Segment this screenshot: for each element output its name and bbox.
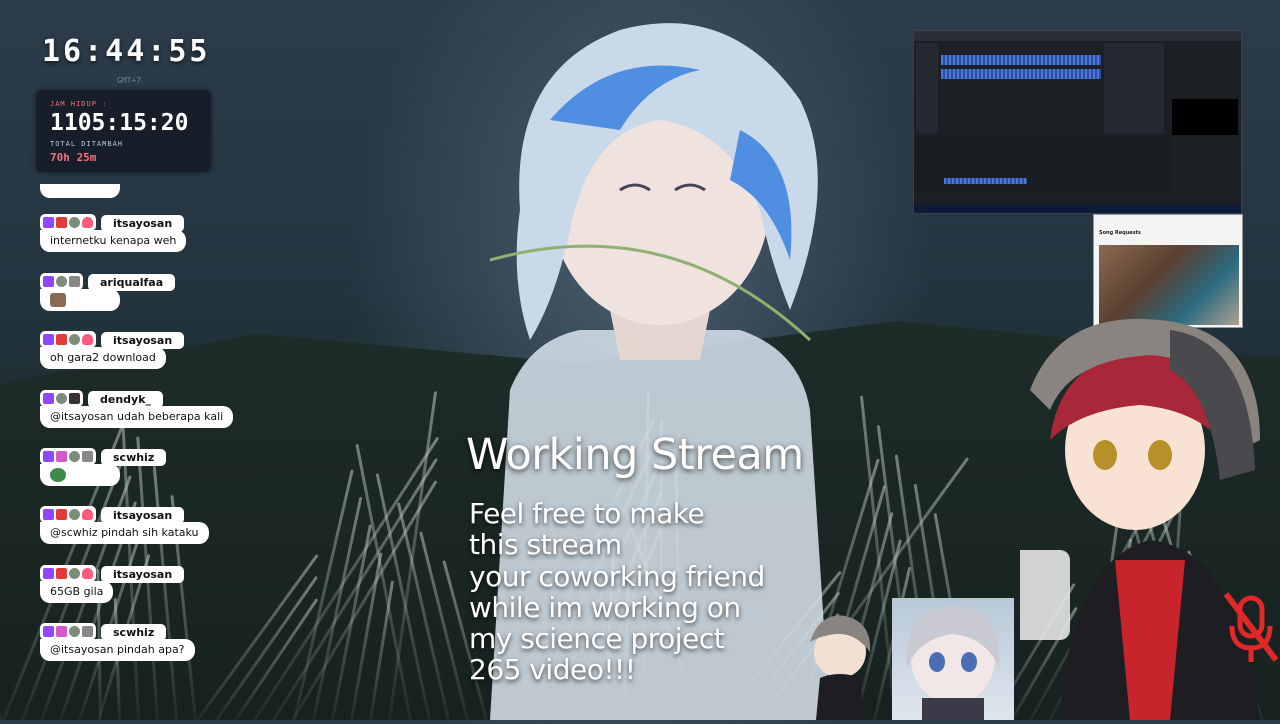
chat-text: @scwhiz pindah sih kataku (40, 522, 209, 544)
grass-blade (253, 436, 440, 721)
heart-badge-icon (82, 334, 93, 345)
stream-description-line: my science project (469, 622, 725, 656)
chat-text: @itsayosan udah beberapa kali (40, 406, 234, 428)
clock-time: 16:44:55 (42, 34, 211, 69)
chat-badges (40, 623, 96, 640)
grass-blade (272, 458, 438, 721)
chat-badges (40, 565, 96, 582)
drop-badge-icon (69, 276, 80, 287)
taskbar (914, 205, 1241, 213)
chat-previous-message (40, 184, 120, 198)
twitch-icon (43, 568, 54, 579)
chat-badges (40, 448, 96, 465)
youtube-badge-icon (56, 217, 67, 228)
uptime-value: 1105:15:20 (50, 110, 189, 136)
star-badge-icon (69, 568, 80, 579)
stream-description: Feel free to make this stream your cowor… (469, 498, 765, 686)
chat-text (40, 289, 120, 311)
stream-description-line: while im working on (469, 590, 741, 624)
youtube-badge-icon (56, 334, 67, 345)
chat-text: oh gara2 download (40, 347, 166, 369)
grass-blade (0, 606, 3, 721)
uptime-panel: JAM HIDUP : 1105:15:20 TOTAL DITAMBAH 70… (36, 90, 211, 172)
chat-badges (40, 390, 83, 407)
guest-avatar-cam (892, 598, 1014, 720)
star-badge-icon (69, 334, 80, 345)
uptime-added-label: TOTAL DITAMBAH (50, 140, 124, 148)
twitch-icon (43, 276, 54, 287)
editor-properties-panel (1104, 43, 1164, 133)
editor-media-panel (916, 43, 938, 133)
audio-waveform (941, 69, 1101, 79)
chat-badges (40, 214, 96, 231)
editor-timeline (916, 135, 1171, 195)
youtube-badge-icon (56, 509, 67, 520)
grass-blade (331, 524, 372, 721)
chat-text (40, 464, 120, 486)
clock-timezone: GMT+7 (117, 76, 142, 85)
chat-badges (40, 273, 83, 290)
twitch-icon (43, 393, 54, 404)
editor-toolbar (914, 31, 1241, 41)
star-badge-icon (69, 509, 80, 520)
youtube-badge-icon (56, 568, 67, 579)
chat-badges (40, 506, 96, 523)
heart-badge-icon (82, 217, 93, 228)
shield-badge-icon (82, 451, 93, 462)
chat-text: @itsayosan pindah apa? (40, 639, 195, 661)
stream-description-line: your coworking friend (469, 559, 765, 593)
timeline-clip (944, 178, 1027, 184)
stream-description-line: this stream (469, 528, 622, 562)
chat-badges (40, 331, 96, 348)
stream-description-line: Feel free to make (469, 497, 705, 530)
mic-muted-icon (1223, 592, 1279, 662)
twitch-icon (43, 451, 54, 462)
uptime-label: JAM HIDUP : (50, 100, 108, 108)
stream-title: Working Stream (466, 430, 804, 480)
heart-badge-icon (56, 626, 67, 637)
twitch-icon (43, 334, 54, 345)
uptime-added-value: 70h 25m (50, 151, 97, 164)
chat-text: internetku kenapa weh (40, 230, 187, 252)
shield-badge-icon (82, 626, 93, 637)
heart-badge-icon (56, 451, 67, 462)
twitch-icon (43, 509, 54, 520)
star-badge-icon (56, 276, 67, 287)
star-badge-icon (69, 626, 80, 637)
preview-monitor (1172, 99, 1238, 135)
emote-icon (50, 468, 66, 482)
song-requests-title: Song Requests (1099, 230, 1142, 236)
star-badge-icon (69, 451, 80, 462)
star-badge-icon (69, 217, 80, 228)
mini-avatar (810, 615, 871, 720)
stream-description-line: 265 video!!! (469, 653, 636, 687)
twitch-icon (43, 626, 54, 637)
heart-badge-icon (82, 509, 93, 520)
screen-capture-video-editor (913, 30, 1242, 214)
chat-username: itsayosan (101, 566, 185, 583)
star-badge-icon (56, 393, 67, 404)
emote-icon (50, 293, 66, 307)
twitch-icon (43, 217, 54, 228)
heart-badge-icon (82, 568, 93, 579)
grass-blade (350, 552, 383, 721)
audio-waveform (941, 55, 1101, 65)
chat-text: 65GB gila (40, 581, 114, 603)
sound-badge-icon (69, 393, 80, 404)
